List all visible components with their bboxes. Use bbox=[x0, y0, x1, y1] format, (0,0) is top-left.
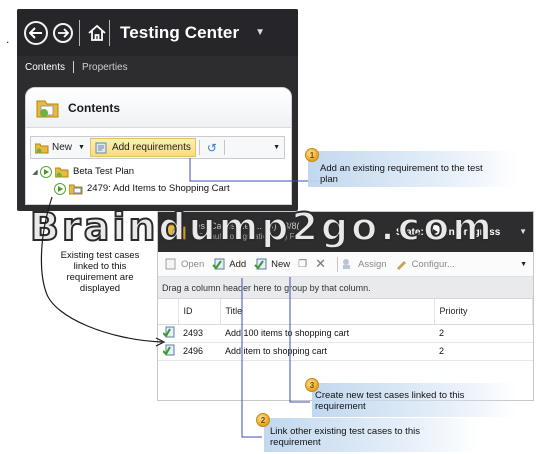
callout-2-text: Link other existing test cases to this r… bbox=[270, 426, 420, 448]
callout-1-badge: 1 bbox=[305, 148, 319, 162]
callout-1-line bbox=[189, 158, 318, 182]
callout-3-text: Create new test cases linked to this req… bbox=[315, 390, 465, 412]
callout-2-badge: 2 bbox=[256, 413, 270, 427]
callout-1-text: Add an existing requirement to the test … bbox=[320, 163, 483, 185]
side-callout-text: Existing test cases linked to this requi… bbox=[60, 250, 140, 294]
